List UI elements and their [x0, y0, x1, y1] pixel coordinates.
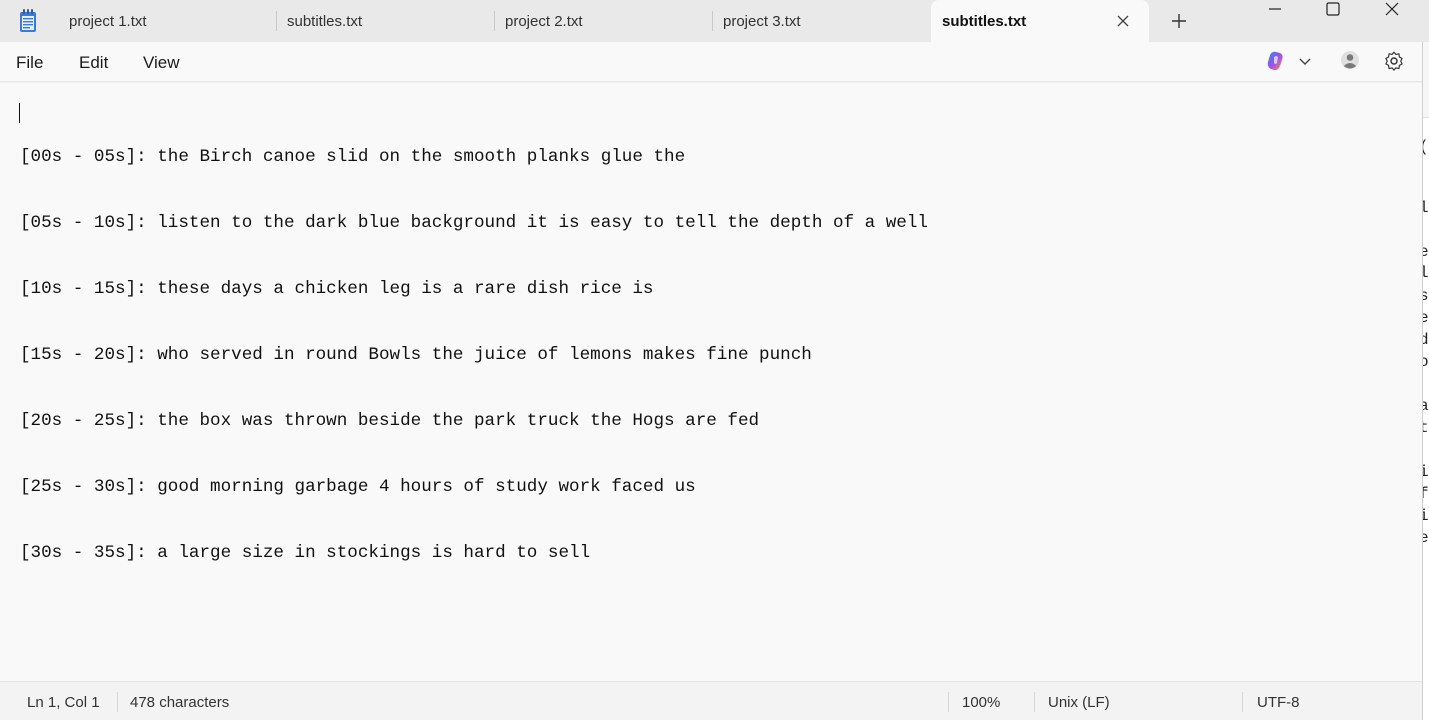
text-line: [30s - 35s]: a large size in stockings i…: [20, 543, 591, 563]
background-glyph: (: [1423, 138, 1429, 156]
tab-label: subtitles.txt: [942, 13, 1027, 30]
background-glyph: f: [1423, 485, 1429, 503]
notepad-icon: [20, 9, 36, 32]
text-line: [05s - 10s]: listen to the dark blue bac…: [20, 213, 928, 233]
plus-icon[interactable]: [1170, 12, 1188, 30]
menu-view[interactable]: View: [143, 53, 180, 73]
status-divider: [117, 692, 118, 712]
line-ending[interactable]: Unix (LF): [1048, 694, 1110, 711]
text-line: [00s - 05s]: the Birch canoe slid on the…: [20, 147, 686, 167]
tab-label: subtitles.txt: [287, 13, 363, 30]
background-glyph: e: [1423, 529, 1429, 547]
tab-project-3[interactable]: project 3.txt: [713, 0, 930, 42]
background-window: ( l e l s e d o a t i f i e: [1422, 42, 1429, 720]
tab-project-1[interactable]: project 1.txt: [56, 0, 276, 42]
status-divider: [1242, 692, 1243, 712]
text-line: [25s - 30s]: good morning garbage 4 hour…: [20, 477, 696, 497]
background-glyph: t: [1423, 419, 1429, 437]
maximize-button[interactable]: [1308, 0, 1358, 30]
close-icon[interactable]: [1115, 13, 1131, 29]
background-glyph: i: [1423, 507, 1429, 525]
gear-icon[interactable]: [1383, 50, 1405, 72]
background-glyph: o: [1423, 353, 1429, 371]
text-editor[interactable]: [00s - 05s]: the Birch canoe slid on the…: [0, 83, 1422, 681]
status-divider: [948, 692, 949, 712]
tab-bar: project 1.txt subtitles.txt project 2.tx…: [0, 0, 1429, 42]
tab-label: project 1.txt: [69, 13, 147, 30]
tab-label: project 2.txt: [505, 13, 583, 30]
background-glyph: e: [1423, 243, 1429, 261]
copilot-icon[interactable]: [1266, 50, 1316, 72]
character-count: 478 characters: [130, 694, 230, 711]
background-glyph: l: [1423, 264, 1429, 282]
minimize-button[interactable]: [1250, 0, 1300, 30]
maximize-icon: [1326, 2, 1340, 16]
text-line: [15s - 20s]: who served in round Bowls t…: [20, 345, 812, 365]
background-glyph: d: [1423, 331, 1429, 349]
background-glyph: a: [1423, 397, 1429, 415]
background-glyph: e: [1423, 309, 1429, 327]
tab-subtitles-active[interactable]: subtitles.txt: [931, 0, 1149, 42]
status-divider: [1034, 692, 1035, 712]
menu-bar: File Edit View: [0, 42, 1422, 82]
zoom-level[interactable]: 100%: [962, 694, 1000, 711]
background-glyph: i: [1423, 463, 1429, 481]
status-bar: Ln 1, Col 1 478 characters 100% Unix (LF…: [0, 681, 1422, 720]
close-icon: [1385, 2, 1399, 16]
encoding[interactable]: UTF-8: [1257, 694, 1300, 711]
minimize-icon: [1269, 8, 1281, 10]
menu-file[interactable]: File: [16, 53, 43, 73]
close-window-button[interactable]: [1367, 0, 1417, 30]
text-line: [10s - 15s]: these days a chicken leg is…: [20, 279, 654, 299]
text-line: [20s - 25s]: the box was thrown beside t…: [20, 411, 760, 431]
background-glyph: l: [1423, 199, 1429, 217]
cursor-position: Ln 1, Col 1: [27, 694, 100, 711]
menu-edit[interactable]: Edit: [79, 53, 108, 73]
account-icon[interactable]: [1340, 50, 1360, 70]
tab-project-2[interactable]: project 2.txt: [495, 0, 712, 42]
background-window-header: [1423, 42, 1429, 118]
tab-label: project 3.txt: [723, 13, 801, 30]
background-glyph: s: [1423, 287, 1429, 305]
editor-content[interactable]: [00s - 05s]: the Birch canoe slid on the…: [20, 102, 928, 608]
tab-subtitles[interactable]: subtitles.txt: [277, 0, 494, 42]
